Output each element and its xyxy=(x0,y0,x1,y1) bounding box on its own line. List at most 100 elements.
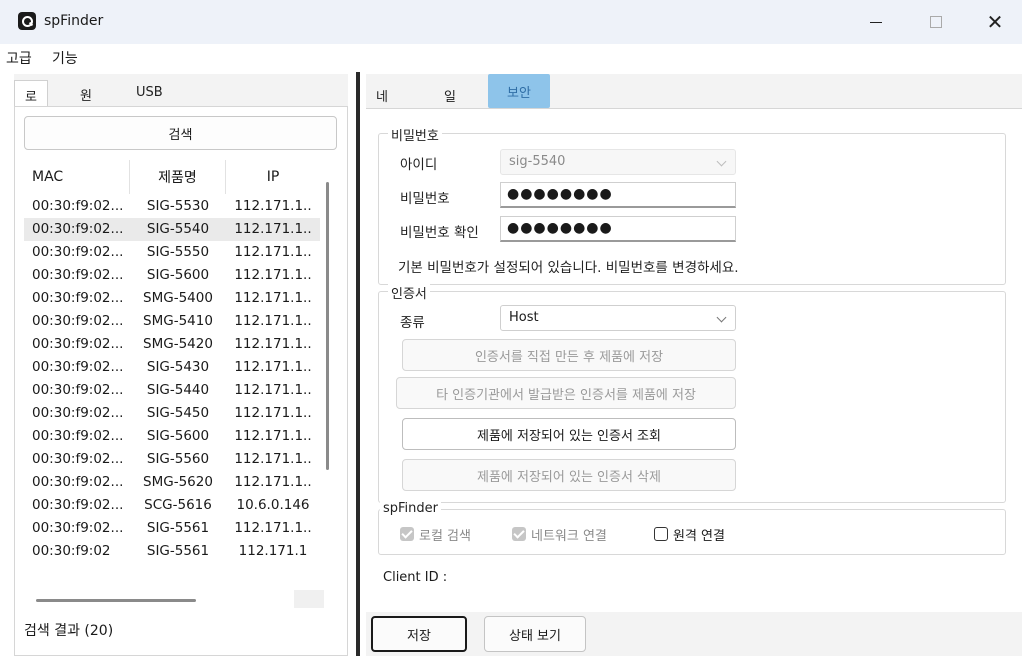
table-row[interactable]: 00:30:f9:02... SIG-5450 112.171.1.. xyxy=(24,402,320,425)
cell-mac: 00:30:f9:02... xyxy=(32,221,124,237)
spfinder-group-title: spFinder xyxy=(380,501,442,516)
password-confirm-input[interactable]: ●●●●●●●● xyxy=(500,216,736,242)
table-row[interactable]: 00:30:f9:02... SMG-5420 112.171.1.. xyxy=(24,333,320,356)
cert-type-select[interactable]: Host xyxy=(500,305,736,331)
cert-type-value: Host xyxy=(509,310,539,325)
list-horizontal-scrollbar[interactable] xyxy=(36,599,196,602)
search-button[interactable]: 검색 xyxy=(24,116,337,150)
cell-product: SIG-5540 xyxy=(146,221,210,237)
cell-mac: 00:30:f9:02... xyxy=(32,497,124,513)
list-header: MAC 제품명 IP xyxy=(24,160,320,194)
cell-mac: 00:30:f9:02... xyxy=(32,428,124,444)
device-list[interactable]: 00:30:f9:02... SIG-5530 112.171.1.. 00:30:f… xyxy=(24,194,320,588)
cell-product: SIG-5561 xyxy=(146,520,210,536)
password-label: 비밀번호 xyxy=(400,191,450,207)
column-header-mac[interactable]: MAC xyxy=(24,160,130,194)
table-row[interactable]: 00:30:f9:02... SIG-5560 112.171.1.. xyxy=(24,448,320,471)
tab-remote[interactable]: 원격 xyxy=(70,80,102,123)
cell-ip: 112.171.1.. xyxy=(234,290,312,306)
id-value: sig-5540 xyxy=(509,154,566,169)
cell-product: SMG-5420 xyxy=(143,336,213,352)
table-row[interactable]: 00:30:f9:02... SIG-5600 112.171.1.. xyxy=(24,425,320,448)
remote-connect-checkbox[interactable] xyxy=(654,527,668,541)
local-search-checkbox xyxy=(400,527,414,541)
menu-functions[interactable]: 기능 xyxy=(52,48,78,68)
create-cert-button[interactable]: 인증서를 직접 만든 후 제품에 저장 xyxy=(402,339,736,371)
column-header-ip[interactable]: IP xyxy=(226,160,320,194)
table-row[interactable]: 00:30:f9:02... SMG-5410 112.171.1.. xyxy=(24,310,320,333)
status-view-button[interactable]: 상태 보기 xyxy=(484,616,586,652)
cell-ip: 112.171.1 xyxy=(238,543,308,559)
password-group-title: 비밀번호 xyxy=(388,125,442,144)
app-search-icon xyxy=(18,12,36,30)
cell-product: SIG-5450 xyxy=(146,405,210,421)
delete-cert-button[interactable]: 제품에 저장되어 있는 인증서 삭제 xyxy=(402,459,736,491)
cell-product: SMG-5410 xyxy=(143,313,213,329)
close-button[interactable]: ✕ xyxy=(972,6,1018,38)
cell-ip: 112.171.1.. xyxy=(234,428,312,444)
cell-mac: 00:30:f9:02... xyxy=(32,520,124,536)
search-result-count: 검색 결과 (20) xyxy=(24,623,114,639)
password-confirm-label: 비밀번호 확인 xyxy=(400,225,479,241)
external-cert-button[interactable]: 타 인증기관에서 발급받은 인증서를 제품에 저장 xyxy=(396,377,736,409)
view-cert-button[interactable]: 제품에 저장되어 있는 인증서 조회 xyxy=(402,418,736,450)
cell-mac: 00:30:f9:02 xyxy=(32,543,111,559)
title-bar: spFinder ✕ xyxy=(0,0,1022,44)
window-title: spFinder xyxy=(44,13,104,29)
id-combobox: sig-5540 xyxy=(500,149,736,175)
table-row[interactable]: 00:30:f9:02... SMG-5620 112.171.1.. xyxy=(24,471,320,494)
table-row[interactable]: 00:30:f9:02... SIG-5550 112.171.1.. xyxy=(24,241,320,264)
password-notice: 기본 비밀번호가 설정되어 있습니다. 비밀번호를 변경하세요. xyxy=(398,260,739,276)
table-row[interactable]: 00:30:f9:02 SIG-5561 112.171.1 xyxy=(24,540,320,563)
table-row[interactable]: 00:30:f9:02... SIG-5530 112.171.1.. xyxy=(24,195,320,218)
password-input[interactable]: ●●●●●●●● xyxy=(500,182,736,208)
pane-splitter[interactable] xyxy=(356,72,360,656)
certificate-group-title: 인증서 xyxy=(388,283,430,302)
cell-ip: 10.6.0.146 xyxy=(236,497,310,513)
remote-connect-label[interactable]: 원격 연결 xyxy=(673,525,725,544)
settings-pane: 네트워크 일반 보안 비밀번호 아이디 sig-5540 비밀번호 ●●●●●●… xyxy=(366,74,1022,656)
cell-mac: 00:30:f9:02... xyxy=(32,313,124,329)
table-row[interactable]: 00:30:f9:02... SMG-5400 112.171.1.. xyxy=(24,287,320,310)
cell-ip: 112.171.1.. xyxy=(234,405,312,421)
cell-product: SIG-5561 xyxy=(146,543,210,559)
tab-usb[interactable]: USB xyxy=(126,80,173,106)
cell-mac: 00:30:f9:02... xyxy=(32,405,124,421)
tab-security[interactable]: 보안 xyxy=(488,74,550,108)
cell-ip: 112.171.1.. xyxy=(234,198,312,214)
table-row[interactable]: 00:30:f9:02... SIG-5440 112.171.1.. xyxy=(24,379,320,402)
table-row[interactable]: 00:30:f9:02... SIG-5540 112.171.1.. xyxy=(24,218,320,241)
local-search-label: 로컬 검색 xyxy=(419,529,471,544)
cell-mac: 00:30:f9:02... xyxy=(32,382,124,398)
maximize-button[interactable] xyxy=(913,6,959,38)
cell-product: SMG-5400 xyxy=(143,290,213,306)
cell-product: SMG-5620 xyxy=(143,474,213,490)
cell-product: SIG-5430 xyxy=(146,359,210,375)
menu-advanced[interactable]: 고급 xyxy=(6,48,32,68)
save-button[interactable]: 저장 xyxy=(371,616,467,652)
cert-type-label: 종류 xyxy=(400,315,425,331)
minimize-button[interactable] xyxy=(853,6,899,38)
cell-ip: 112.171.1.. xyxy=(234,313,312,329)
cell-product: SCG-5616 xyxy=(144,497,212,513)
cell-mac: 00:30:f9:02... xyxy=(32,198,124,214)
cell-ip: 112.171.1.. xyxy=(234,267,312,283)
table-row[interactable]: 00:30:f9:02... SIG-5430 112.171.1.. xyxy=(24,356,320,379)
cell-mac: 00:30:f9:02... xyxy=(32,474,124,490)
cell-ip: 112.171.1.. xyxy=(234,336,312,352)
cell-product: SIG-5440 xyxy=(146,382,210,398)
scroll-corner xyxy=(294,590,324,608)
table-row[interactable]: 00:30:f9:02... SIG-5600 112.171.1.. xyxy=(24,264,320,287)
table-row[interactable]: 00:30:f9:02... SCG-5616 10.6.0.146 xyxy=(24,494,320,517)
list-vertical-scrollbar[interactable] xyxy=(326,182,329,470)
cell-ip: 112.171.1.. xyxy=(234,382,312,398)
network-connect-checkbox xyxy=(512,527,526,541)
table-row[interactable]: 00:30:f9:02... SIG-5561 112.171.1.. xyxy=(24,517,320,540)
cell-ip: 112.171.1.. xyxy=(234,244,312,260)
cell-mac: 00:30:f9:02... xyxy=(32,336,124,352)
column-header-product[interactable]: 제품명 xyxy=(130,160,226,194)
cell-mac: 00:30:f9:02... xyxy=(32,290,124,306)
tab-local[interactable]: 로컬 xyxy=(14,80,48,124)
cell-mac: 00:30:f9:02... xyxy=(32,267,124,283)
client-id-label: Client ID : xyxy=(383,570,448,585)
